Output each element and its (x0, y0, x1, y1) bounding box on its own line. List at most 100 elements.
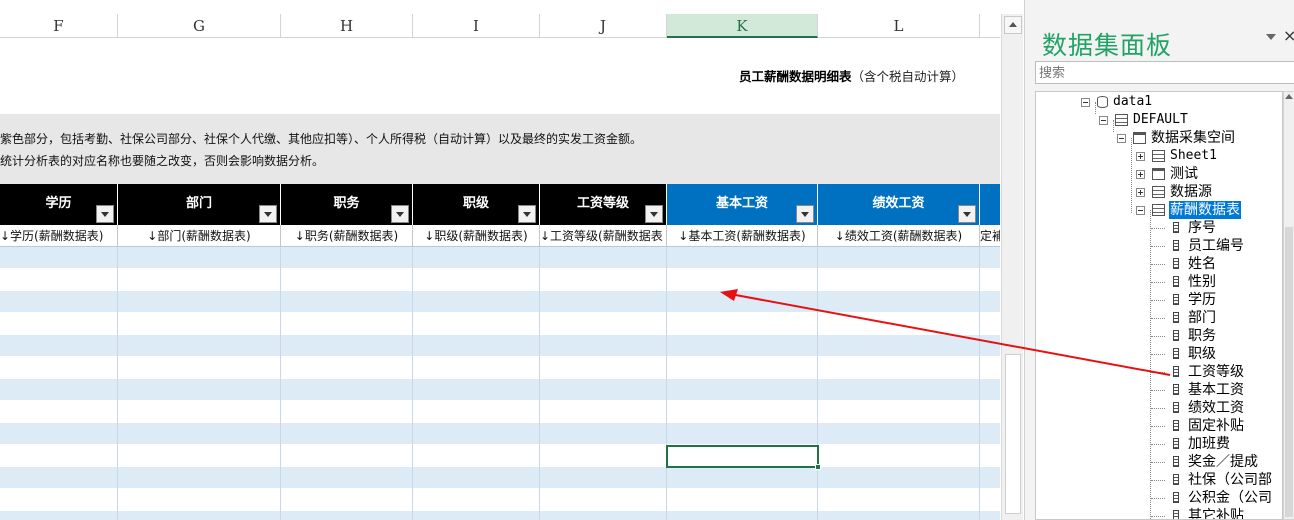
dataset-panel: 数据集面板 × data1 DEFAULT 数据采集空间 Sheet1 测试 (1024, 0, 1294, 520)
binding-cell[interactable]: ↓部门(薪酬数据表) (118, 225, 281, 247)
grid-line (117, 247, 118, 520)
filter-dropdown-icon[interactable] (958, 205, 976, 223)
binding-cell[interactable]: ↓职级(薪酬数据表) (413, 225, 540, 247)
scrollbar-thumb[interactable] (1285, 227, 1293, 517)
header-cell-education[interactable]: 学历 (0, 184, 118, 225)
search-input[interactable] (1035, 61, 1294, 84)
binding-cell[interactable]: ↓绩效工资(薪酬数据表) (818, 225, 980, 247)
table-row[interactable] (0, 445, 1000, 467)
filter-dropdown-icon[interactable] (96, 205, 114, 223)
report-title-sub: （含个税自动计算） (851, 69, 964, 84)
expand-icon[interactable] (1136, 152, 1145, 161)
table-row[interactable] (0, 379, 1000, 401)
scroll-up-icon[interactable] (1285, 94, 1293, 99)
column-header-k[interactable]: K (667, 14, 818, 38)
table-row[interactable] (0, 335, 1000, 357)
scroll-up-icon[interactable] (1004, 16, 1022, 34)
column-header-h[interactable]: H (281, 14, 413, 38)
tree-field[interactable]: 绩效工资 (1151, 399, 1245, 417)
column-header-m[interactable] (980, 14, 1000, 38)
tree-node-table[interactable]: 测试 (1136, 165, 1199, 183)
fill-handle[interactable] (815, 464, 821, 470)
table-row[interactable] (0, 511, 1000, 520)
table-row[interactable] (0, 423, 1000, 445)
tree-node-space[interactable]: 数据采集空间 (1117, 129, 1236, 147)
tree-field[interactable]: 社保（公司部 (1151, 471, 1273, 489)
selected-cell[interactable] (666, 445, 819, 468)
tree-field[interactable]: 职级 (1151, 345, 1217, 363)
panel-menu-icon[interactable] (1266, 32, 1278, 42)
vertical-scrollbar[interactable] (1001, 14, 1023, 520)
dataset-tree[interactable]: data1 DEFAULT 数据采集空间 Sheet1 测试 数据源 薪酬数据表… (1035, 91, 1283, 520)
collapse-icon[interactable] (1136, 206, 1145, 215)
folder-icon (1133, 132, 1146, 144)
header-cell-performance-salary[interactable]: 绩效工资 (818, 184, 980, 225)
header-cell-department[interactable]: 部门 (118, 184, 281, 225)
tree-guide (1151, 408, 1165, 409)
tree-node-schema[interactable]: DEFAULT (1099, 111, 1189, 129)
filter-dropdown-icon[interactable] (518, 205, 536, 223)
filter-dropdown-icon[interactable] (645, 205, 663, 223)
column-header-l[interactable]: L (818, 14, 980, 38)
header-label: 部门 (185, 196, 212, 211)
tree-field-label: 姓名 (1188, 256, 1216, 272)
close-icon[interactable]: × (1283, 26, 1294, 45)
table-row[interactable] (0, 247, 1000, 269)
tree-scrollbar[interactable] (1283, 91, 1294, 520)
table-row[interactable] (0, 357, 1000, 379)
column-header-j[interactable]: J (540, 14, 667, 38)
tree-field[interactable]: 部门 (1151, 309, 1217, 327)
collapse-icon[interactable] (1117, 134, 1126, 143)
spreadsheet-grid[interactable]: F G H I J K L 员工薪酬数据明细表（含个税自动计算） 紫色部分，包括… (0, 0, 1000, 520)
collapse-icon[interactable] (1099, 116, 1108, 125)
header-cell-salary-grade[interactable]: 工资等级 (540, 184, 667, 225)
filter-dropdown-icon[interactable] (796, 205, 814, 223)
binding-cell[interactable]: 定補 (980, 225, 1000, 247)
tree-field[interactable]: 基本工资 (1151, 381, 1245, 399)
tree-field[interactable]: 加班费 (1151, 435, 1231, 453)
table-row[interactable] (0, 291, 1000, 313)
table-row[interactable] (0, 313, 1000, 335)
table-row[interactable] (0, 401, 1000, 423)
tree-field[interactable]: 固定补贴 (1151, 417, 1245, 435)
column-header-i[interactable]: I (413, 14, 540, 38)
tree-field[interactable]: 姓名 (1151, 255, 1217, 273)
tree-node-table[interactable]: 数据源 (1136, 183, 1213, 201)
tree-field-label: 奖金／提成 (1188, 454, 1258, 470)
tree-guide (1151, 480, 1165, 481)
table-row[interactable] (0, 489, 1000, 511)
header-cell-rank[interactable]: 职级 (413, 184, 540, 225)
field-icon (1173, 330, 1179, 341)
scrollbar-thumb[interactable] (1005, 354, 1021, 514)
tree-field[interactable]: 学历 (1151, 291, 1217, 309)
binding-cell[interactable]: ↓基本工资(薪酬数据表) (667, 225, 818, 247)
binding-cell[interactable]: ↓职务(薪酬数据表) (281, 225, 413, 247)
header-cell-next[interactable] (980, 184, 1000, 225)
tree-field[interactable]: 公积金（公司 (1151, 489, 1273, 507)
filter-dropdown-icon[interactable] (259, 205, 277, 223)
expand-icon[interactable] (1136, 188, 1145, 197)
header-cell-base-salary[interactable]: 基本工资 (667, 184, 818, 225)
header-cell-position[interactable]: 职务 (281, 184, 413, 225)
expand-icon[interactable] (1136, 170, 1145, 179)
tree-field[interactable]: 职务 (1151, 327, 1217, 345)
tree-field[interactable]: 其它补贴 (1151, 507, 1245, 519)
tree-node-table-selected[interactable]: 薪酬数据表 (1136, 201, 1241, 219)
field-icon (1173, 240, 1179, 251)
tree-field[interactable]: 性别 (1151, 273, 1217, 291)
column-header-g[interactable]: G (118, 14, 281, 38)
filter-dropdown-icon[interactable] (391, 205, 409, 223)
collapse-icon[interactable] (1081, 98, 1090, 107)
binding-cell[interactable]: ↓学历(薪酬数据表) (0, 225, 118, 247)
column-header-f[interactable]: F (0, 14, 118, 38)
binding-cell[interactable]: ↓工资等级(薪酬数据表 (540, 225, 667, 247)
table-row[interactable] (0, 467, 1000, 489)
table-row[interactable] (0, 269, 1000, 291)
tree-field[interactable]: 序号 (1151, 219, 1217, 237)
description-line-1: 紫色部分，包括考勤、社保公司部分、社保个人代缴、其他应扣等）、个人所得税（自动计… (0, 132, 643, 146)
tree-node-table[interactable]: Sheet1 (1136, 147, 1218, 165)
tree-field[interactable]: 工资等级 (1151, 363, 1245, 381)
tree-field[interactable]: 奖金／提成 (1151, 453, 1259, 471)
tree-field[interactable]: 员工编号 (1151, 237, 1245, 255)
tree-node-datasource[interactable]: data1 (1081, 93, 1153, 111)
